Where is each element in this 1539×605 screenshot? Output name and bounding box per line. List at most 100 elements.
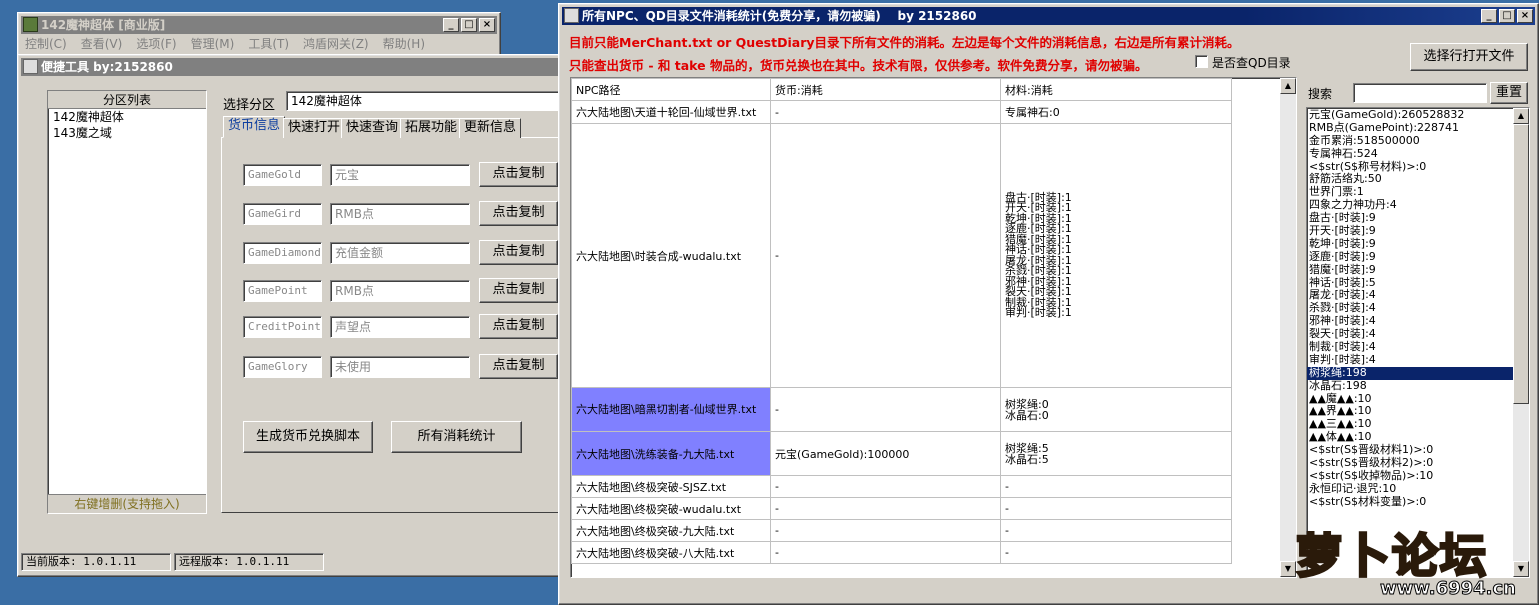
menu-view[interactable]: 查看(V): [81, 35, 123, 54]
scroll-thumb[interactable]: [1513, 124, 1529, 404]
copy-button[interactable]: 点击复制: [479, 240, 558, 265]
total-item[interactable]: <$str(S$材料变量)>:0: [1307, 495, 1513, 509]
total-item[interactable]: 猎魔·[时装]:9: [1307, 263, 1513, 277]
partition-item[interactable]: 143魔之域: [48, 125, 206, 141]
total-item[interactable]: 专属神石:524: [1307, 147, 1513, 161]
minimize-button[interactable]: _: [443, 18, 459, 32]
totals-vscrollbar[interactable]: ▲ ▼: [1513, 108, 1529, 577]
main-app-title: 142魔神超体 [商业版]: [41, 18, 166, 32]
total-item[interactable]: 审判·[时装]:4: [1307, 353, 1513, 367]
copy-button[interactable]: 点击复制: [479, 278, 558, 303]
row-mats: 盘古·[时装]:1 开天·[时装]:1 乾坤·[时装]:1 逐鹿·[时装]:1 …: [1000, 123, 1232, 388]
table-row[interactable]: 六大陆地图\终极突破-wudalu.txt - -: [571, 497, 1232, 520]
currency-name-field[interactable]: 元宝: [330, 164, 470, 186]
table-row[interactable]: 六大陆地图\时装合成-wudalu.txt - 盘古·[时装]:1 开天·[时装…: [571, 123, 1232, 388]
stats-close-button[interactable]: ×: [1517, 9, 1533, 23]
currency-name-field[interactable]: RMB点: [330, 280, 470, 302]
menu-gateway[interactable]: 鸿盾网关(Z): [303, 35, 369, 54]
row-money: 元宝(GameGold):100000: [770, 431, 1001, 476]
reset-button[interactable]: 重置: [1490, 82, 1528, 104]
column-header-path[interactable]: NPC路径: [571, 78, 771, 101]
column-header-money[interactable]: 货币:消耗: [770, 78, 1001, 101]
currency-code-field[interactable]: GameDiamond: [243, 242, 322, 264]
search-input[interactable]: [1353, 83, 1487, 103]
currency-name-field[interactable]: 声望点: [330, 316, 470, 338]
row-money: -: [770, 541, 1001, 564]
total-item[interactable]: RMB点(GamePoint):228741: [1307, 121, 1513, 135]
table-row[interactable]: 六大陆地图\终极突破-九大陆.txt - -: [571, 519, 1232, 542]
notice-line-1: 目前只能MerChant.txt or QuestDiary目录下所有文件的消耗…: [569, 35, 1240, 50]
menu-help[interactable]: 帮助(H): [383, 35, 425, 54]
total-item[interactable]: 制裁·[时装]:4: [1307, 340, 1513, 354]
copy-button[interactable]: 点击复制: [479, 162, 558, 187]
stats-minimize-button[interactable]: _: [1481, 9, 1497, 23]
currency-code-field[interactable]: GameGird: [243, 203, 322, 225]
table-row[interactable]: 六大陆地图\终极突破-八大陆.txt - -: [571, 541, 1232, 564]
total-item[interactable]: 乾坤·[时装]:9: [1307, 237, 1513, 251]
row-path: 六大陆地图\终极突破-wudalu.txt: [571, 497, 771, 520]
tab-quick-open[interactable]: 快速打开: [283, 118, 346, 138]
currency-name-field[interactable]: RMB点: [330, 203, 470, 225]
currency-code-field[interactable]: GameGold: [243, 164, 322, 186]
scroll-up-icon[interactable]: ▲: [1513, 108, 1529, 124]
qd-checkbox[interactable]: [1195, 55, 1208, 68]
partition-list-footer: 右键增删(支持拖入): [48, 494, 206, 513]
remote-version: 远程版本: 1.0.1.11: [174, 553, 324, 571]
total-item[interactable]: 永恒印记·退咒:10: [1307, 482, 1513, 496]
close-button[interactable]: ×: [479, 18, 495, 32]
currency-name-field[interactable]: 充值金额: [330, 242, 470, 264]
partition-list[interactable]: 分区列表 142魔神超体 143魔之域 右键增删(支持拖入): [47, 90, 207, 514]
total-item[interactable]: <$str(S$晋级材料2)>:0: [1307, 456, 1513, 470]
partition-item[interactable]: 142魔神超体: [48, 109, 206, 125]
column-header-mats[interactable]: 材料:消耗: [1000, 78, 1232, 101]
menu-manage[interactable]: 管理(M): [191, 35, 235, 54]
stats-title: 所有NPC、QD目录文件消耗统计(免费分享，请勿被骗) by 2152860: [582, 9, 977, 23]
row-path: 六大陆地图\终极突破-八大陆.txt: [571, 541, 771, 564]
tab-updates[interactable]: 更新信息: [459, 118, 522, 138]
table-row[interactable]: 六大陆地图\终极突破-SJSZ.txt - -: [571, 475, 1232, 498]
all-stats-button[interactable]: 所有消耗统计: [391, 421, 522, 453]
stats-titlebar[interactable]: 所有NPC、QD目录文件消耗统计(免费分享，请勿被骗) by 2152860 _…: [562, 7, 1535, 25]
table-row-selected[interactable]: 六大陆地图\洗练装备-九大陆.txt 元宝(GameGold):100000 树…: [571, 431, 1232, 476]
table-row[interactable]: 六大陆地图\天道十轮回-仙域世界.txt - 专属神石:0: [571, 100, 1232, 124]
currency-code-field[interactable]: CreditPoint: [243, 316, 322, 338]
total-item[interactable]: 逐鹿·[时装]:9: [1307, 250, 1513, 264]
qd-checkbox-label: 是否查QD目录: [1212, 56, 1291, 70]
tab-extensions[interactable]: 拓展功能: [400, 118, 463, 138]
total-item[interactable]: <$str(S$收掉物品)>:10: [1307, 469, 1513, 483]
stats-maximize-button[interactable]: □: [1499, 9, 1515, 23]
copy-button[interactable]: 点击复制: [479, 314, 558, 339]
maximize-button[interactable]: □: [461, 18, 477, 32]
notice-line-2: 只能查出货币 - 和 take 物品的，货币兑换也在其中。技术有限，仅供参考。软…: [569, 58, 1148, 73]
menu-options[interactable]: 选项(F): [136, 35, 176, 54]
total-item-selected[interactable]: 树浆绳:198: [1307, 366, 1513, 380]
menu-control[interactable]: 控制(C): [25, 35, 67, 54]
currency-code-field[interactable]: GameGlory: [243, 356, 322, 378]
table-vscrollbar[interactable]: ▲ ▼: [1280, 78, 1296, 577]
tab-currency[interactable]: 货币信息: [223, 116, 286, 138]
total-item[interactable]: 元宝(GameGold):260528832: [1307, 108, 1513, 122]
generate-script-button[interactable]: 生成货币兑换脚本: [243, 421, 373, 453]
mat-line: 树浆绳:5: [1005, 441, 1049, 455]
npc-table: NPC路径 货币:消耗 材料:消耗 六大陆地图\天道十轮回-仙域世界.txt -…: [570, 77, 1297, 578]
scroll-up-icon[interactable]: ▲: [1280, 78, 1296, 94]
tab-quick-query[interactable]: 快速查询: [341, 118, 404, 138]
mat-line: 冰晶石:5: [1005, 452, 1049, 466]
partition-select[interactable]: 142魔神超体: [286, 91, 562, 111]
open-file-button[interactable]: 选择行打开文件: [1410, 43, 1528, 71]
tool-titlebar[interactable]: 便捷工具 by:2152860 _: [21, 58, 573, 76]
totals-list[interactable]: 元宝(GameGold):260528832 RMB点(GamePoint):2…: [1306, 107, 1530, 578]
app-icon: [23, 17, 38, 32]
select-partition-label: 选择分区: [223, 98, 276, 113]
total-item[interactable]: 开天·[时装]:9: [1307, 224, 1513, 238]
currency-code-field[interactable]: GamePoint: [243, 280, 322, 302]
copy-button[interactable]: 点击复制: [479, 201, 558, 226]
menu-tools[interactable]: 工具(T): [248, 35, 289, 54]
menu-bar: 控制(C) 查看(V) 选项(F) 管理(M) 工具(T) 鸿盾网关(Z) 帮助…: [21, 35, 425, 54]
total-item[interactable]: 金币累消:518500000: [1307, 134, 1513, 148]
total-item[interactable]: 冰晶石:198: [1307, 379, 1513, 393]
currency-name-field[interactable]: 未使用: [330, 356, 470, 378]
copy-button[interactable]: 点击复制: [479, 354, 558, 379]
main-app-titlebar[interactable]: 142魔神超体 [商业版] _ □ ×: [21, 16, 497, 34]
table-row-selected[interactable]: 六大陆地图\暗黑切割者-仙域世界.txt - 树浆绳:0 冰晶石:0: [571, 387, 1232, 432]
